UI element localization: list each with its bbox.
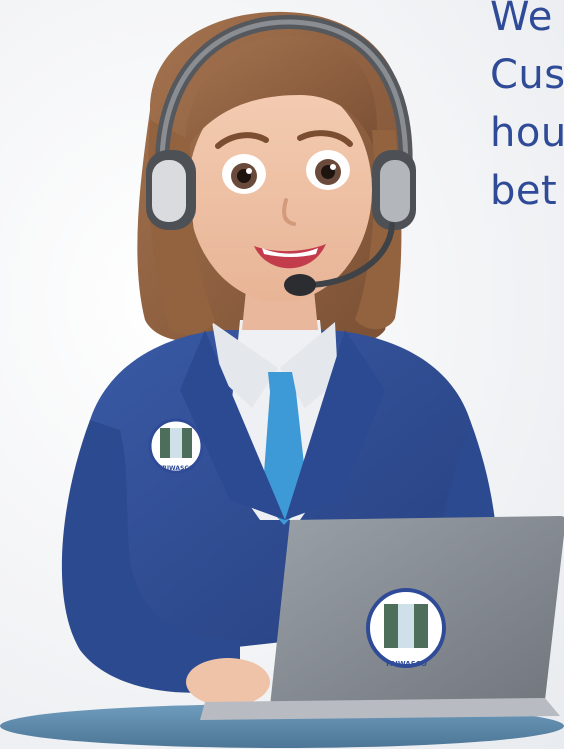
- hand-left: [186, 658, 270, 706]
- headset-earcup-right: [372, 150, 416, 230]
- headset-microphone: [284, 274, 316, 296]
- customer-service-agent-illustration: TRIWASCO TRIWASCO: [0, 11, 564, 748]
- lapel-badge-text: TRIWASCO: [158, 465, 194, 472]
- laptop-badge: TRIWASCO: [366, 588, 446, 668]
- lapel-badge: TRIWASCO: [148, 418, 204, 474]
- headset-earcup-left: [146, 150, 196, 230]
- laptop-badge-text: TRIWASCO: [385, 660, 427, 668]
